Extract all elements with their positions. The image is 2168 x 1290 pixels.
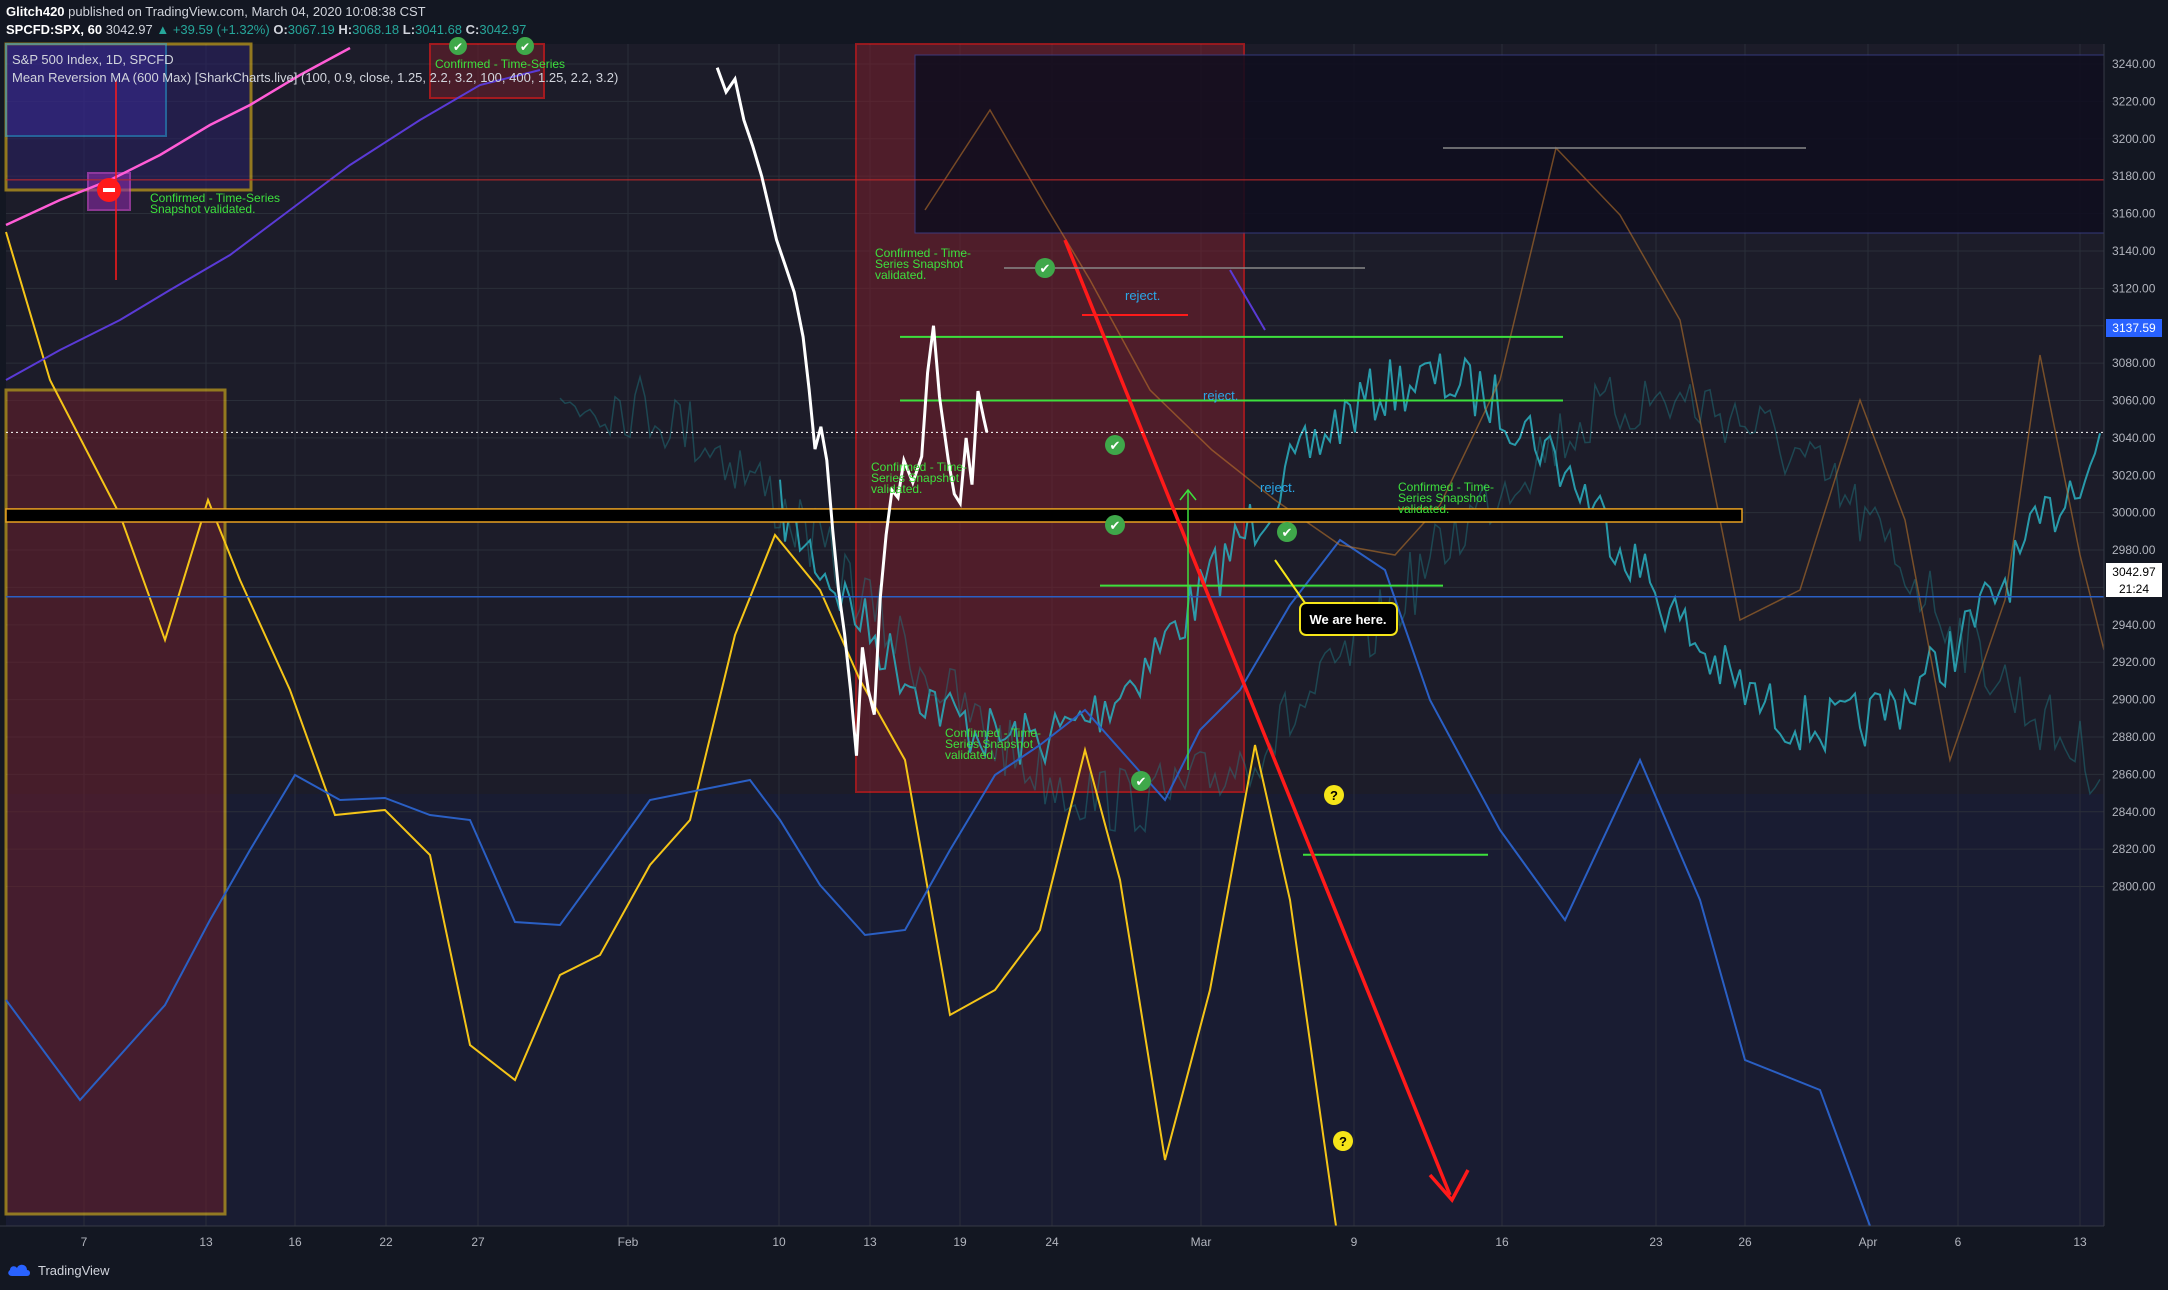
y-tick-label: 2880.00 <box>2112 730 2156 744</box>
svg-text:✔: ✔ <box>520 40 530 54</box>
x-tick-label: 16 <box>1495 1235 1509 1249</box>
y-tick-label: 3000.00 <box>2112 506 2156 520</box>
x-tick-label: 16 <box>288 1235 302 1249</box>
price-chart[interactable]: ✔ ✔ ✔ ✔ ✔ ✔ ✔ ? ? Confirmed - Time-Serie… <box>0 0 2168 1256</box>
reject-label-3: reject. <box>1260 480 1295 495</box>
we-are-here-text: We are here. <box>1309 612 1386 627</box>
y-tick-label: 2900.00 <box>2112 693 2156 707</box>
check-badge-5: ✔ <box>1131 771 1151 791</box>
x-tick-label: Mar <box>1191 1235 1212 1249</box>
footer <box>0 1256 2168 1290</box>
y-tick-label: 3160.00 <box>2112 207 2156 221</box>
y-tick-label: 3040.00 <box>2112 431 2156 445</box>
last-price-badge-text: 3042.97 <box>2112 565 2156 579</box>
check-badge-7: ✔ <box>516 37 534 55</box>
reject-label-2: reject. <box>1203 388 1238 403</box>
x-tick-label: 27 <box>471 1235 485 1249</box>
x-tick-label: Feb <box>618 1235 639 1249</box>
svg-text:?: ? <box>1330 788 1338 803</box>
confirmed-label-6: Confirmed - Time-Series <box>435 57 565 71</box>
svg-text:✔: ✔ <box>1136 775 1147 790</box>
y-tick-label: 3060.00 <box>2112 393 2156 407</box>
series-title[interactable]: S&P 500 Index, 1D, SPCFD <box>12 52 174 67</box>
x-tick-label: 22 <box>379 1235 393 1249</box>
x-tick-label: 9 <box>1351 1235 1358 1249</box>
y-tick-label: 2940.00 <box>2112 618 2156 632</box>
lower-shade <box>6 794 2104 1226</box>
svg-text:?: ? <box>1339 1134 1347 1149</box>
svg-text:✔: ✔ <box>1282 526 1293 541</box>
svg-text:✔: ✔ <box>1040 262 1051 277</box>
countdown-badge-text: 21:24 <box>2119 582 2149 596</box>
y-tick-label: 3140.00 <box>2112 244 2156 258</box>
check-badge-1: ✔ <box>1035 258 1055 278</box>
x-tick-label: 24 <box>1045 1235 1059 1249</box>
y-tick-label: 2980.00 <box>2112 543 2156 557</box>
check-badge-2: ✔ <box>1105 435 1125 455</box>
x-tick-label: 23 <box>1649 1235 1663 1249</box>
x-tick-label: 13 <box>199 1235 213 1249</box>
check-badge-4: ✔ <box>1277 522 1297 542</box>
y-tick-label: 3180.00 <box>2112 169 2156 183</box>
x-tick-label: 13 <box>2073 1235 2087 1249</box>
black-support-band <box>5 508 1743 523</box>
y-tick-label: 2920.00 <box>2112 655 2156 669</box>
indicator-title[interactable]: Mean Reversion MA (600 Max) [SharkCharts… <box>12 70 618 85</box>
check-badge-6: ✔ <box>449 37 467 55</box>
svg-text:✔: ✔ <box>1110 439 1121 454</box>
price-axis-ticks: 2800.00 2820.00 2840.00 2860.00 2880.00 2900.… <box>2112 57 2156 894</box>
svg-text:✔: ✔ <box>1110 519 1121 534</box>
x-tick-label: 13 <box>863 1235 877 1249</box>
question-badge-2: ? <box>1333 1131 1353 1151</box>
y-tick-label: 2840.00 <box>2112 805 2156 819</box>
y-tick-label: 3080.00 <box>2112 356 2156 370</box>
y-tick-label: 3240.00 <box>2112 57 2156 71</box>
x-tick-label: 6 <box>1955 1235 1962 1249</box>
price-axis[interactable] <box>2104 44 2168 1226</box>
x-tick-label: Apr <box>1859 1235 1878 1249</box>
y-tick-label: 2820.00 <box>2112 842 2156 856</box>
time-axis[interactable] <box>0 1226 2168 1256</box>
y-tick-label: 2800.00 <box>2112 880 2156 894</box>
tradingview-brand: TradingView <box>38 1262 110 1278</box>
question-badge-1: ? <box>1324 785 1344 805</box>
reject-label-1: reject. <box>1125 288 1160 303</box>
x-tick-label: 26 <box>1738 1235 1752 1249</box>
y-tick-label: 2860.00 <box>2112 767 2156 781</box>
price-badge-blue-text: 3137.59 <box>2112 321 2156 335</box>
x-tick-label: 7 <box>81 1235 88 1249</box>
svg-text:✔: ✔ <box>453 40 463 54</box>
tradingview-cloud-icon <box>8 1264 30 1276</box>
y-tick-label: 3220.00 <box>2112 94 2156 108</box>
dark-rect-zone <box>914 54 2106 234</box>
x-tick-label: 19 <box>953 1235 967 1249</box>
check-badge-3: ✔ <box>1105 515 1125 535</box>
y-tick-label: 3020.00 <box>2112 468 2156 482</box>
tradingview-logo[interactable]: TradingView <box>6 1262 110 1278</box>
y-tick-label: 3120.00 <box>2112 281 2156 295</box>
minus-badge-icon <box>97 178 121 202</box>
x-tick-label: 10 <box>772 1235 786 1249</box>
y-tick-label: 3200.00 <box>2112 132 2156 146</box>
